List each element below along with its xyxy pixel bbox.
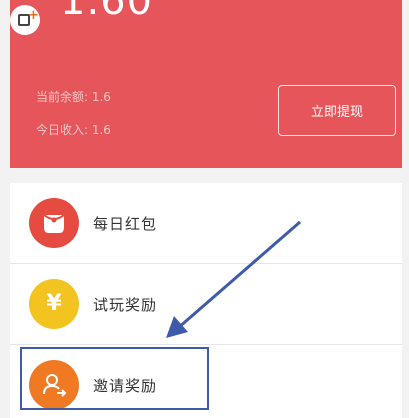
list-item-label: 每日红包: [93, 214, 158, 233]
current-balance-text: 当前余额: 1.6: [36, 90, 111, 104]
yen-glyph: ¥: [46, 291, 62, 316]
invite-highlight-box: [20, 347, 209, 410]
list-item-trial-reward[interactable]: ¥ 试玩奖励: [10, 264, 402, 345]
app-corner-icon[interactable]: +: [10, 5, 40, 35]
withdraw-button[interactable]: 立即提现: [278, 85, 396, 136]
yen-coin-icon: ¥: [29, 279, 79, 329]
list-item-daily-red-envelope[interactable]: 每日红包: [10, 183, 402, 264]
earnings-header: 1.60 当前余额: 1.6 今日收入: 1.6 立即提现: [10, 0, 402, 168]
plus-icon: +: [28, 8, 39, 23]
page: 1.60 当前余额: 1.6 今日收入: 1.6 立即提现 + 每日红包 ¥ 试…: [0, 0, 409, 418]
red-envelope-icon: [29, 198, 79, 248]
today-income-text: 今日收入: 1.6: [36, 123, 111, 137]
list-item-label: 试玩奖励: [93, 295, 158, 314]
earnings-amount: 1.60: [60, 0, 154, 24]
